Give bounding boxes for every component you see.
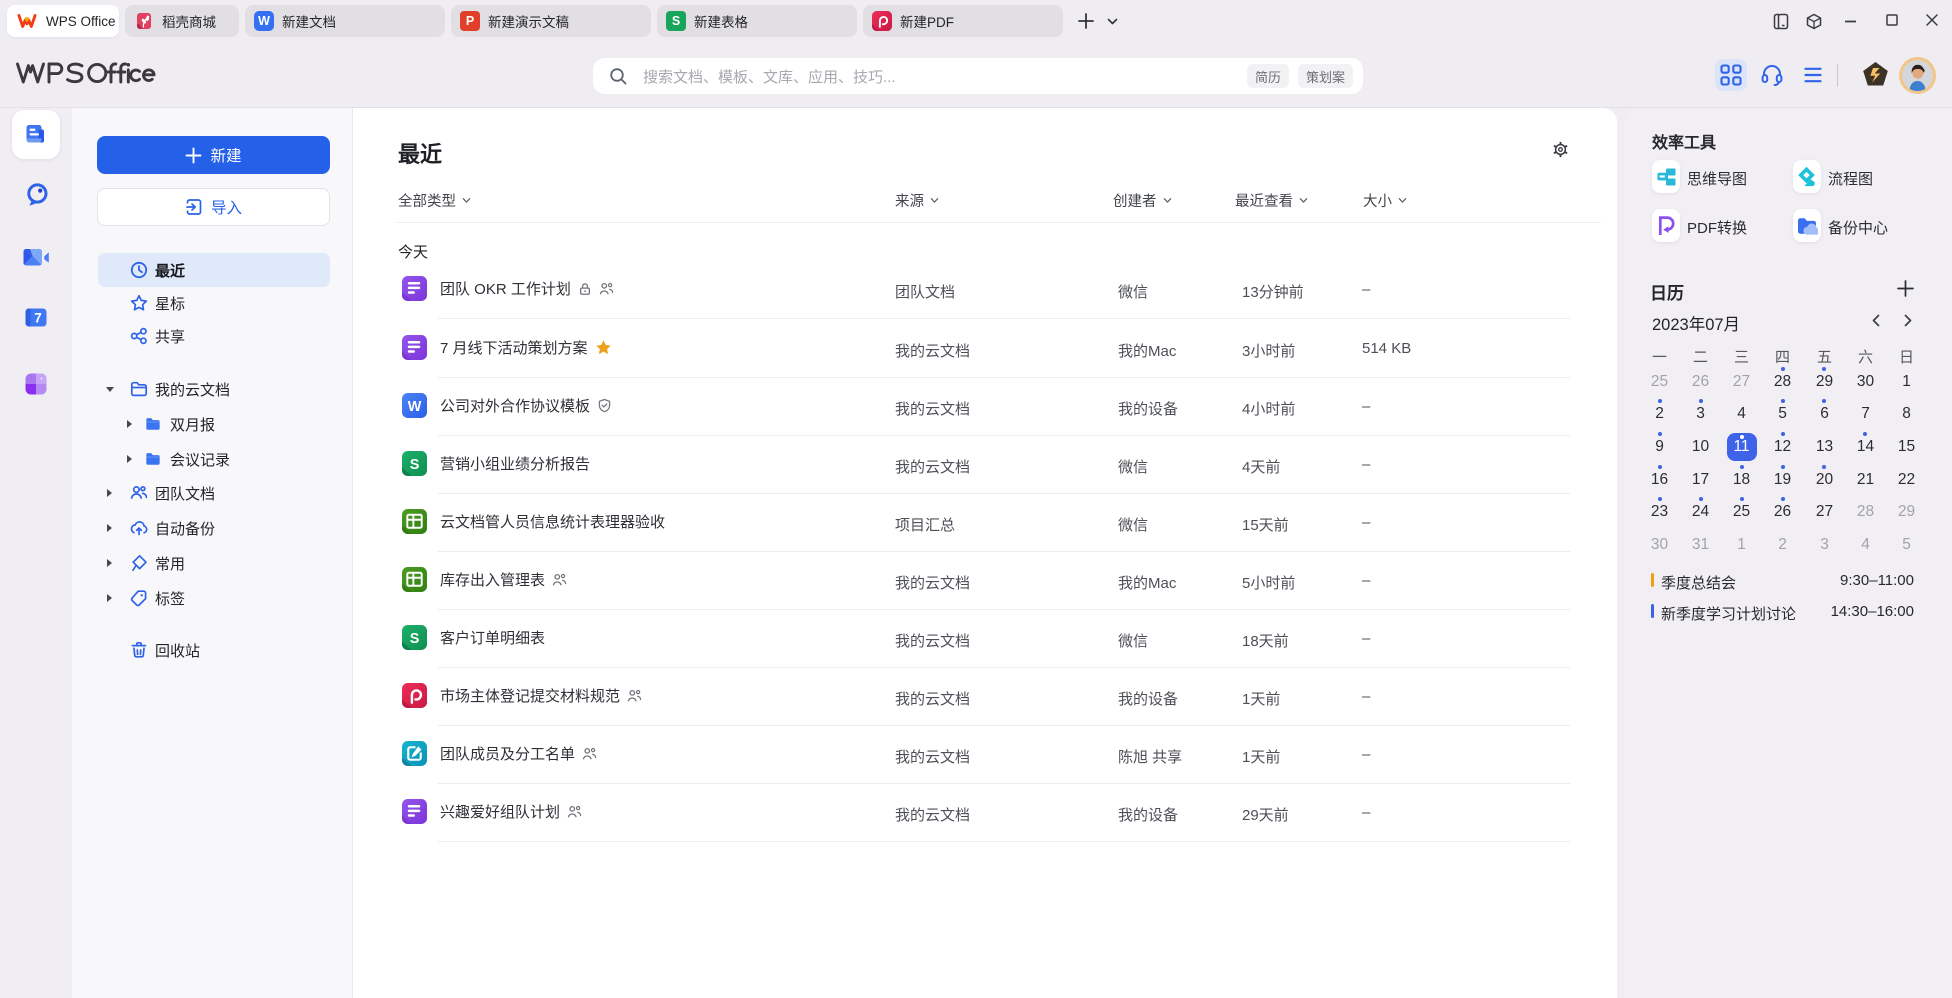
svg-text:7: 7 <box>34 311 42 326</box>
